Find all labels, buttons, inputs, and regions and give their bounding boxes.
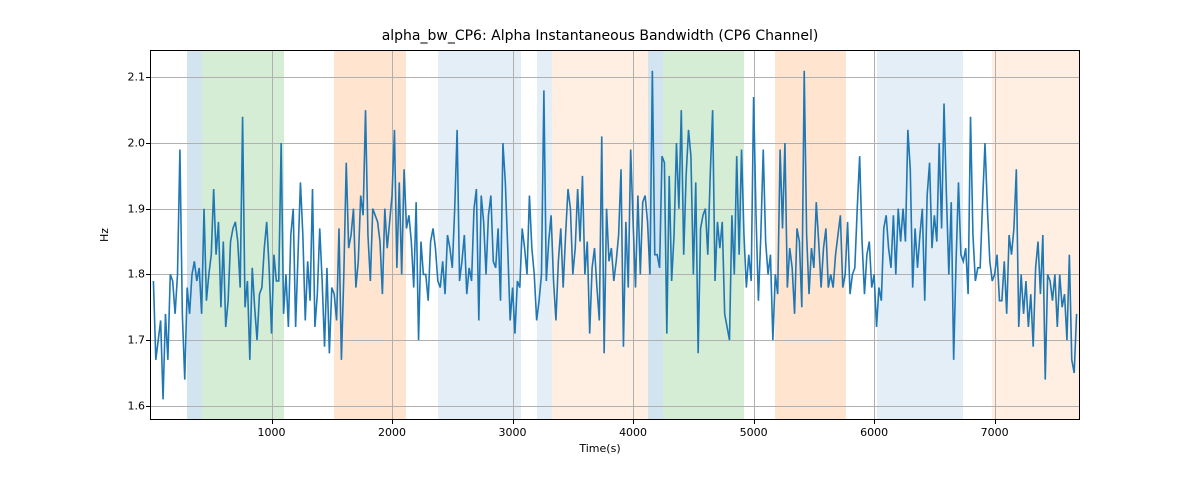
tick-mark bbox=[995, 420, 996, 424]
tick-mark bbox=[392, 420, 393, 424]
x-tick-label: 1000 bbox=[258, 426, 286, 439]
x-tick-label: 4000 bbox=[619, 426, 647, 439]
y-tick-label: 2.1 bbox=[120, 71, 145, 84]
y-tick-label: 2.0 bbox=[120, 137, 145, 150]
chart-title: alpha_bw_CP6: Alpha Instantaneous Bandwi… bbox=[0, 28, 1200, 44]
tick-mark bbox=[754, 420, 755, 424]
tick-mark bbox=[633, 420, 634, 424]
x-tick-label: 5000 bbox=[740, 426, 768, 439]
y-tick-label: 1.6 bbox=[120, 399, 145, 412]
tick-mark bbox=[272, 420, 273, 424]
tick-mark bbox=[146, 406, 150, 407]
x-axis-label: Time(s) bbox=[0, 442, 1200, 455]
data-line bbox=[151, 51, 1079, 419]
y-axis-label: Hz bbox=[98, 228, 111, 242]
tick-mark bbox=[146, 274, 150, 275]
x-tick-label: 2000 bbox=[378, 426, 406, 439]
x-tick-label: 6000 bbox=[860, 426, 888, 439]
tick-mark bbox=[146, 340, 150, 341]
tick-mark bbox=[146, 77, 150, 78]
tick-mark bbox=[513, 420, 514, 424]
y-tick-label: 1.9 bbox=[120, 202, 145, 215]
tick-mark bbox=[146, 209, 150, 210]
x-tick-label: 3000 bbox=[499, 426, 527, 439]
plot-area bbox=[150, 50, 1080, 420]
y-tick-label: 1.7 bbox=[120, 334, 145, 347]
y-tick-label: 1.8 bbox=[120, 268, 145, 281]
tick-mark bbox=[874, 420, 875, 424]
figure: alpha_bw_CP6: Alpha Instantaneous Bandwi… bbox=[0, 0, 1200, 500]
x-tick-label: 7000 bbox=[981, 426, 1009, 439]
tick-mark bbox=[146, 143, 150, 144]
